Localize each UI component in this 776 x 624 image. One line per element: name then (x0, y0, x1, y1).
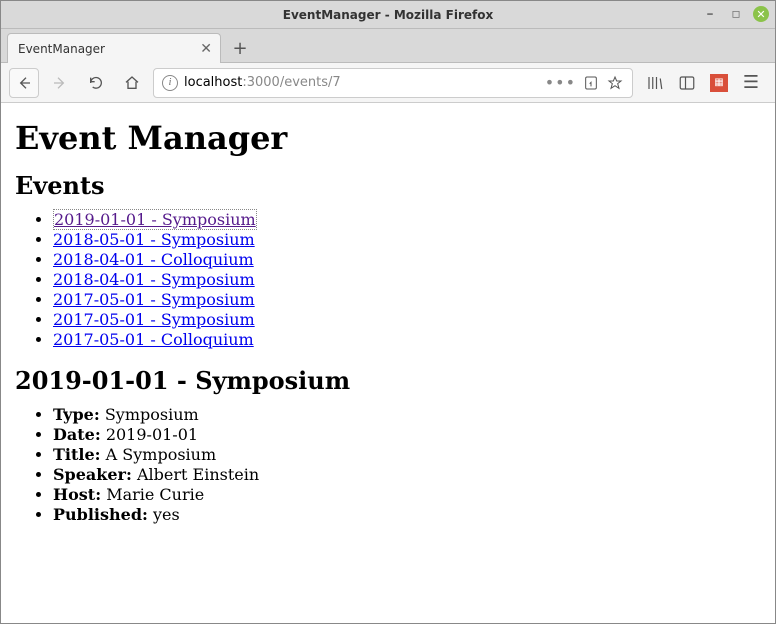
list-item: 2018-04-01 - Symposium (53, 270, 761, 290)
extension-icon: ▦ (710, 74, 728, 92)
toolbar: i localhost:3000/events/7 ••• ▦ ☰ (1, 63, 775, 103)
list-item: 2017-05-01 - Symposium (53, 310, 761, 330)
extension-badge[interactable]: ▦ (707, 71, 731, 95)
forward-button[interactable] (45, 68, 75, 98)
url-path: :3000/events/7 (242, 75, 340, 90)
list-item: 2019-01-01 - Symposium (53, 210, 761, 230)
event-detail-list: Type: Symposium Date: 2019-01-01 Title: … (15, 405, 761, 525)
detail-published: Published: yes (53, 505, 761, 525)
minimize-button[interactable]: – (701, 5, 719, 23)
tab-close-icon[interactable]: ✕ (200, 41, 212, 57)
url-host: localhost (184, 75, 242, 90)
info-icon[interactable]: i (162, 75, 178, 91)
detail-speaker: Speaker: Albert Einstein (53, 465, 761, 485)
event-link[interactable]: 2018-04-01 - Colloquium (53, 250, 254, 269)
close-button[interactable]: ✕ (753, 6, 769, 22)
new-tab-button[interactable]: + (225, 34, 255, 62)
browser-tab[interactable]: EventManager ✕ (7, 33, 221, 63)
url-text: localhost:3000/events/7 (184, 75, 539, 90)
window-controls: – ▫ ✕ (701, 5, 769, 23)
events-list: 2019-01-01 - Symposium2018-05-01 - Sympo… (15, 210, 761, 350)
detail-host: Host: Marie Curie (53, 485, 761, 505)
tab-strip: EventManager ✕ + (1, 29, 775, 63)
list-item: 2018-04-01 - Colloquium (53, 250, 761, 270)
home-button[interactable] (117, 68, 147, 98)
reload-button[interactable] (81, 68, 111, 98)
library-icon[interactable] (643, 71, 667, 95)
home-icon (124, 75, 140, 91)
titlebar: EventManager - Mozilla Firefox – ▫ ✕ (1, 1, 775, 29)
event-link[interactable]: 2019-01-01 - Symposium (53, 209, 257, 230)
page-actions-icon[interactable]: ••• (545, 73, 576, 92)
page-content: Event Manager Events 2019-01-01 - Sympos… (1, 103, 775, 623)
event-link[interactable]: 2017-05-01 - Colloquium (53, 330, 254, 349)
sidebar-icon[interactable] (675, 71, 699, 95)
arrow-left-icon (16, 75, 32, 91)
events-heading: Events (15, 171, 761, 200)
event-detail-heading: 2019-01-01 - Symposium (15, 366, 761, 395)
list-item: 2018-05-01 - Symposium (53, 230, 761, 250)
event-link[interactable]: 2018-05-01 - Symposium (53, 230, 255, 249)
bookmark-star-icon[interactable] (606, 75, 624, 91)
tab-label: EventManager (18, 42, 105, 56)
detail-title: Title: A Symposium (53, 445, 761, 465)
arrow-right-icon (52, 75, 68, 91)
maximize-button[interactable]: ▫ (727, 5, 745, 23)
detail-type: Type: Symposium (53, 405, 761, 425)
event-link[interactable]: 2017-05-01 - Symposium (53, 310, 255, 329)
list-item: 2017-05-01 - Symposium (53, 290, 761, 310)
event-link[interactable]: 2018-04-01 - Symposium (53, 270, 255, 289)
event-link[interactable]: 2017-05-01 - Symposium (53, 290, 255, 309)
back-button[interactable] (9, 68, 39, 98)
toolbar-right: ▦ ☰ (639, 71, 767, 95)
page-heading: Event Manager (15, 119, 761, 157)
url-bar[interactable]: i localhost:3000/events/7 ••• (153, 68, 633, 98)
menu-button[interactable]: ☰ (739, 71, 763, 95)
detail-date: Date: 2019-01-01 (53, 425, 761, 445)
browser-window: EventManager - Mozilla Firefox – ▫ ✕ Eve… (0, 0, 776, 624)
reader-mode-icon[interactable] (582, 75, 600, 91)
reload-icon (88, 75, 104, 91)
window-title: EventManager - Mozilla Firefox (283, 8, 493, 22)
list-item: 2017-05-01 - Colloquium (53, 330, 761, 350)
